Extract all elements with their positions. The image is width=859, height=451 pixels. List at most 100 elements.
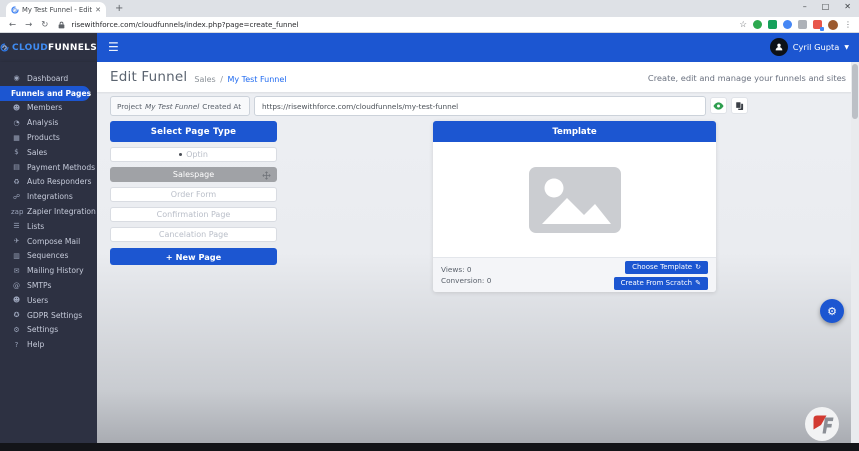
copy-url-button[interactable] xyxy=(731,97,748,114)
page-scrollbar[interactable] xyxy=(851,62,859,443)
extension-icon[interactable] xyxy=(798,20,807,29)
sidebar-item-compose-mail[interactable]: ✈ Compose Mail xyxy=(0,234,97,249)
eye-icon xyxy=(713,102,724,110)
new-tab-button[interactable]: + xyxy=(115,3,123,14)
sidebar-item-lists[interactable]: ☰ Lists xyxy=(0,219,97,234)
scrollbar-thumb[interactable] xyxy=(852,64,858,119)
user-avatar xyxy=(770,38,788,56)
settings-icon: ⚙ xyxy=(11,326,22,334)
chevron-down-icon: ▼ xyxy=(844,44,849,51)
sidebar-item-products[interactable]: ▦ Products xyxy=(0,130,97,145)
integrations-icon: ☍ xyxy=(11,193,22,201)
page-title: Edit Funnel xyxy=(110,69,187,85)
brand-name: CLOUDFUNNELS xyxy=(12,43,97,53)
zapier-icon: zap xyxy=(11,208,22,216)
copy-icon xyxy=(735,101,744,111)
sidebar-item-mailing-history[interactable]: ✉ Mailing History xyxy=(0,263,97,278)
tab-close-icon[interactable]: ✕ xyxy=(95,6,101,14)
sidebar-item-users[interactable]: ☻ Users xyxy=(0,293,97,308)
cloudfunnels-swirl-icon xyxy=(0,41,9,54)
funnel-url-input[interactable] xyxy=(254,96,706,116)
choose-template-button[interactable]: Choose Template↻ xyxy=(625,261,708,274)
breadcrumb-separator: / xyxy=(220,75,223,84)
project-row: ProjectMy Test FunnelCreated At xyxy=(110,96,748,116)
sidebar-item-funnels-and-pages[interactable]: Funnels and Pages xyxy=(0,86,90,101)
back-icon[interactable]: ← xyxy=(9,20,16,30)
user-menu[interactable]: Cyril Gupta ▼ xyxy=(770,38,849,56)
page-type-button-confirmation-page[interactable]: Confirmation Page xyxy=(110,207,277,222)
sidebar-item-zapier-integration[interactable]: zap Zapier Integration xyxy=(0,204,97,219)
breadcrumb-current-link[interactable]: My Test Funnel xyxy=(227,75,286,84)
extension-icon[interactable] xyxy=(783,20,792,29)
refresh-icon[interactable]: ↻ xyxy=(41,20,48,30)
refresh-icon: ↻ xyxy=(695,263,701,271)
settings-fab-button[interactable]: ⚙ xyxy=(820,299,844,323)
extension-icon[interactable] xyxy=(768,20,777,29)
user-name: Cyril Gupta xyxy=(793,42,840,52)
sidebar-item-dashboard[interactable]: ◉ Dashboard xyxy=(0,71,97,86)
watermark-logo xyxy=(804,406,840,442)
app-window: My Test Funnel - Edit Funnel (Cl ✕ + – □… xyxy=(0,0,859,451)
template-stats: Views: 0 Conversion: 0 xyxy=(441,264,491,287)
sidebar-item-sequences[interactable]: ▥ Sequences xyxy=(0,249,97,264)
breadcrumb: Sales / My Test Funnel xyxy=(194,75,286,84)
compose-mail-icon: ✈ xyxy=(11,237,22,245)
sidebar-item-analysis[interactable]: ◔ Analysis xyxy=(0,115,97,130)
template-card-footer: Views: 0 Conversion: 0 Choose Template↻ … xyxy=(433,257,716,292)
template-preview xyxy=(433,142,716,257)
conversion-stat: Conversion: 0 xyxy=(441,275,491,286)
sales-icon: $ xyxy=(11,148,22,156)
sidebar-item-integrations[interactable]: ☍ Integrations xyxy=(0,189,97,204)
sidebar-item-auto-responders[interactable]: ♻ Auto Responders xyxy=(0,175,97,190)
help-icon: ? xyxy=(11,341,22,349)
page-type-button-optin[interactable]: Optin xyxy=(110,147,277,162)
sidebar-item-sales[interactable]: $ Sales xyxy=(0,145,97,160)
gear-icon: ⚙ xyxy=(827,305,837,318)
lists-icon: ☰ xyxy=(11,222,22,230)
menu-hamburger-icon[interactable]: ☰ xyxy=(108,41,119,53)
analysis-icon: ◔ xyxy=(11,119,22,127)
template-card-header: Template xyxy=(433,121,716,142)
sequences-icon: ▥ xyxy=(11,252,22,260)
sidebar-item-gdpr-settings[interactable]: ✪ GDPR Settings xyxy=(0,308,97,323)
drag-move-icon[interactable] xyxy=(262,171,271,182)
new-page-button[interactable]: + New Page xyxy=(110,248,277,265)
sidebar-item-members[interactable]: ☻ Members xyxy=(0,101,97,116)
project-label: ProjectMy Test FunnelCreated At xyxy=(110,96,250,116)
brand-logo[interactable]: CLOUDFUNNELS xyxy=(0,33,97,62)
window-close-icon[interactable]: ✕ xyxy=(844,2,851,11)
sidebar-item-help[interactable]: ? Help xyxy=(0,337,97,352)
browser-tab[interactable]: My Test Funnel - Edit Funnel (Cl ✕ xyxy=(6,2,106,17)
extension-icon[interactable] xyxy=(813,20,822,29)
products-icon: ▦ xyxy=(11,134,22,142)
preview-button[interactable] xyxy=(710,97,727,114)
forward-icon[interactable]: → xyxy=(25,20,32,30)
url-field[interactable]: risewithforce.com/cloudfunnels/index.php… xyxy=(71,20,739,29)
page-type-button-salespage[interactable]: Salespage xyxy=(110,167,277,182)
bottom-letterbox-bar xyxy=(0,443,859,451)
app-topbar: CLOUDFUNNELS ☰ Cyril Gupta ▼ xyxy=(0,33,859,62)
page-type-button-order-form[interactable]: Order Form xyxy=(110,187,277,202)
sidebar-item-smtps[interactable]: @ SMTPs xyxy=(0,278,97,293)
auto-responders-icon: ♻ xyxy=(11,178,22,186)
sidebar-item-settings[interactable]: ⚙ Settings xyxy=(0,323,97,338)
image-placeholder-icon xyxy=(529,167,621,233)
browser-menu-icon[interactable]: ⋮ xyxy=(844,20,852,29)
breadcrumb-section: Sales xyxy=(194,75,215,84)
browser-profile-avatar[interactable] xyxy=(828,20,838,30)
extension-icon[interactable] xyxy=(753,20,762,29)
create-from-scratch-button[interactable]: Create From Scratch✎ xyxy=(614,277,708,290)
dashboard-icon: ◉ xyxy=(11,74,22,82)
window-maximize-icon[interactable]: □ xyxy=(822,2,830,11)
page-type-panel: Select Page Type Optin Salespage Order F… xyxy=(110,121,277,265)
window-minimize-icon[interactable]: – xyxy=(803,2,807,11)
page-type-panel-header: Select Page Type xyxy=(110,121,277,142)
page-type-button-cancelation-page[interactable]: Cancelation Page xyxy=(110,227,277,242)
users-icon: ☻ xyxy=(11,296,22,304)
browser-tabstrip: My Test Funnel - Edit Funnel (Cl ✕ + – □… xyxy=(0,0,859,17)
secure-lock-icon xyxy=(58,21,65,29)
payment-methods-icon: ▤ xyxy=(11,163,22,171)
bookmark-star-icon[interactable]: ☆ xyxy=(739,20,747,30)
sidebar-item-payment-methods[interactable]: ▤ Payment Methods xyxy=(0,160,97,175)
tab-title: My Test Funnel - Edit Funnel (Cl xyxy=(22,6,92,14)
